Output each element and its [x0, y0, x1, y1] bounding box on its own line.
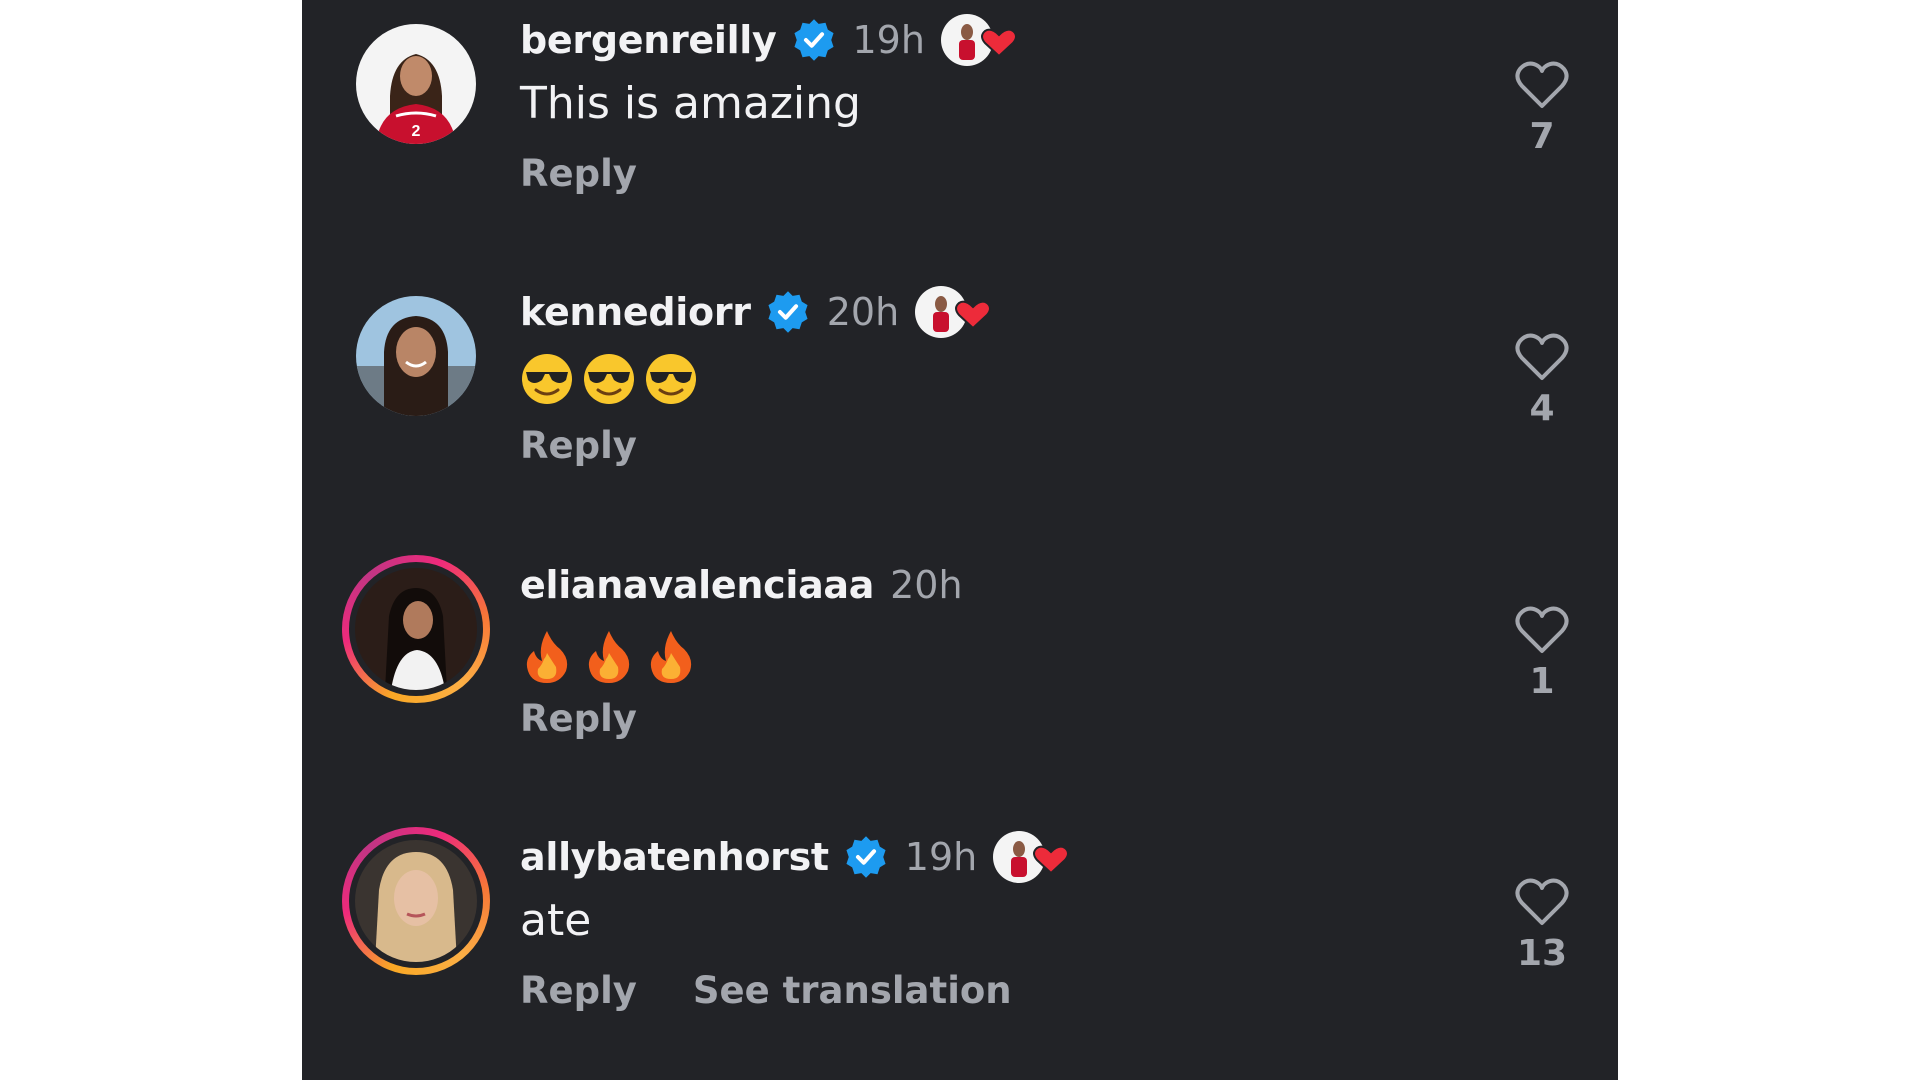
like-count: 7 — [1529, 116, 1555, 157]
comment-item: 2 bergenreilly 19h This is amazing Reply… — [302, 0, 1618, 250]
like-count: 13 — [1516, 933, 1568, 974]
heart-outline-icon[interactable] — [1514, 332, 1570, 382]
heart-outline-icon[interactable] — [1514, 605, 1570, 655]
comment-timestamp: 19h — [852, 18, 925, 62]
verified-badge-icon — [793, 19, 834, 61]
avatar[interactable] — [356, 296, 476, 416]
verified-badge-icon — [846, 836, 886, 878]
comment-username[interactable]: bergenreilly — [520, 18, 777, 62]
comment-timestamp: 19h — [904, 835, 978, 879]
like-section: 1 — [1492, 605, 1592, 702]
reply-button[interactable]: Reply — [520, 152, 637, 195]
comment-emojis — [520, 629, 698, 685]
like-section: 7 — [1492, 60, 1592, 157]
comment-text: ate — [520, 895, 592, 946]
verified-badge-icon — [768, 291, 808, 333]
comment-username[interactable]: allybatenhorst — [520, 835, 829, 879]
avatar — [349, 562, 483, 696]
reply-button[interactable]: Reply — [520, 424, 637, 467]
like-section: 4 — [1492, 332, 1592, 429]
fire-icon — [650, 631, 692, 683]
see-translation-button[interactable]: See translation — [693, 969, 1012, 1012]
fire-icon — [526, 631, 568, 683]
avatar-image — [356, 296, 476, 416]
heart-outline-icon[interactable] — [1514, 877, 1570, 927]
comment-text: This is amazing — [520, 78, 861, 129]
comment-emojis — [520, 352, 698, 406]
avatar-image: 2 — [356, 24, 476, 144]
comment-item: elianavalenciaaa 20h Reply 1 — [302, 545, 1618, 795]
creator-liked-badge — [940, 12, 1021, 68]
comment-item: allybatenhorst 19h ate Reply See transla… — [302, 817, 1618, 1067]
avatar-story-ring[interactable] — [342, 827, 490, 975]
avatar[interactable]: 2 — [356, 24, 476, 144]
comment-username[interactable]: kennediorr — [520, 290, 751, 334]
comment-item: kennediorr 20h Reply 4 — [302, 272, 1618, 522]
comment-timestamp: 20h — [890, 563, 963, 607]
reply-button[interactable]: Reply — [520, 969, 637, 1012]
sunglasses-face-icon — [646, 354, 696, 404]
fire-icon — [588, 631, 630, 683]
like-count: 4 — [1529, 388, 1555, 429]
like-section: 13 — [1492, 877, 1592, 974]
avatar — [349, 834, 483, 968]
reply-button[interactable]: Reply — [520, 697, 637, 740]
creator-liked-badge — [993, 829, 1073, 885]
avatar-story-ring[interactable] — [342, 555, 490, 703]
comment-timestamp: 20h — [826, 290, 900, 334]
sunglasses-face-icon — [584, 354, 634, 404]
comment-username[interactable]: elianavalenciaaa — [520, 563, 874, 607]
creator-liked-badge — [915, 284, 995, 340]
avatar-image — [355, 840, 477, 962]
avatar-image — [355, 568, 477, 690]
svg-text:2: 2 — [412, 123, 421, 140]
comments-panel: 2 bergenreilly 19h This is amazing Reply… — [302, 0, 1618, 1080]
like-count: 1 — [1529, 661, 1555, 702]
sunglasses-face-icon — [522, 354, 572, 404]
heart-outline-icon[interactable] — [1514, 60, 1570, 110]
